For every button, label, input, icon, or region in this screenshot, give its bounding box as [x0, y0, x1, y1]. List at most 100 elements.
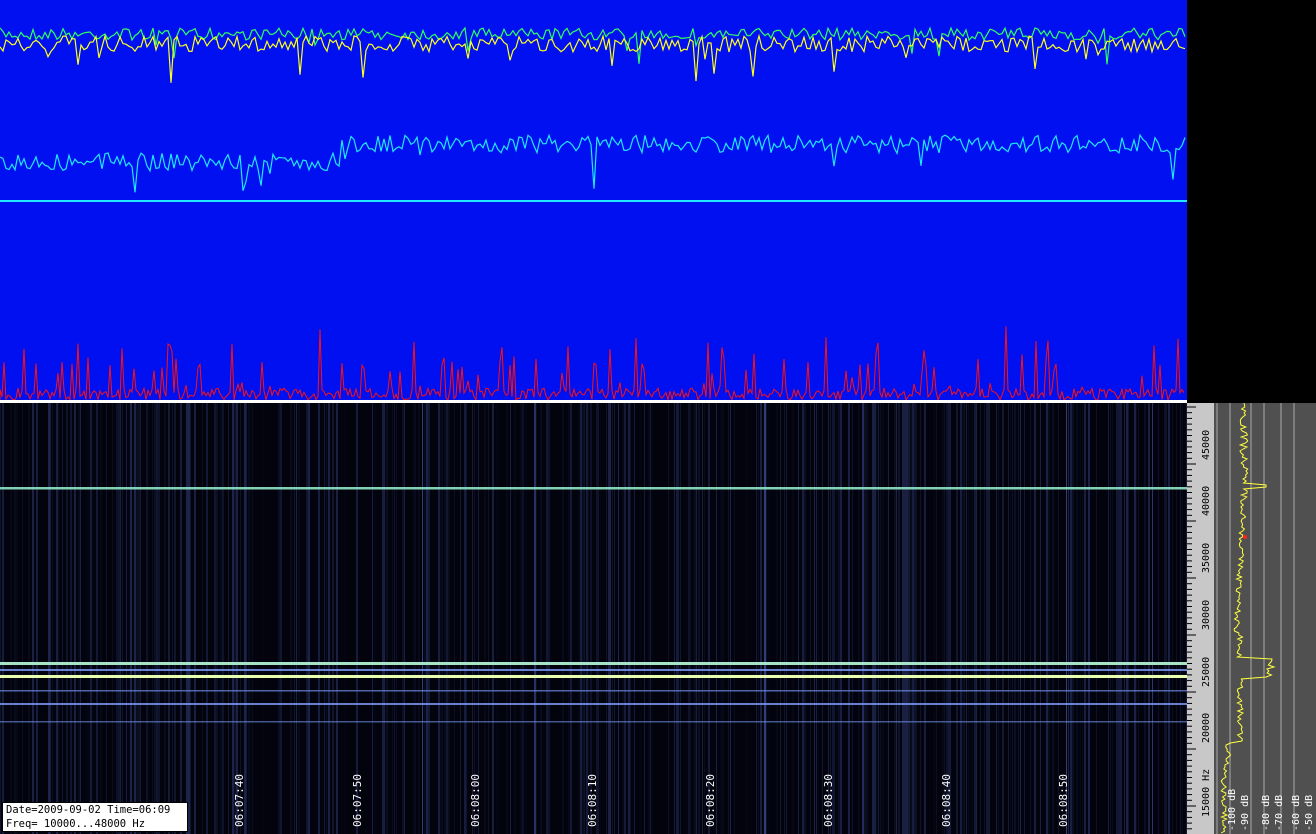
spectrogram-streak [1040, 403, 1041, 834]
spectrogram-streak [100, 403, 102, 834]
time-label-10: 06:08:50 [1057, 774, 1070, 827]
spectrogram-streak [924, 403, 926, 834]
spectrogram-streak [730, 403, 731, 834]
spectrogram-streak [648, 403, 650, 834]
spectrogram-streak [252, 403, 253, 834]
spectrogram-streak [586, 403, 588, 834]
spectrogram-streak [674, 403, 675, 834]
spectrogram-streak [1158, 403, 1159, 834]
spectrogram-streak [882, 403, 884, 834]
spectrogram-streak [756, 403, 757, 834]
frequency-range-text: Freq= 10000...48000 Hz [6, 818, 146, 830]
spectrogram-streak [1148, 403, 1150, 834]
freq-label-45000: 45000 [1201, 429, 1212, 460]
spectrogram-streak [858, 403, 860, 834]
carrier-line [0, 662, 1187, 665]
spectrogram-streak [878, 403, 879, 834]
spectrogram-streak [80, 403, 81, 834]
empty-side-panel [1187, 0, 1316, 403]
spectrogram-streak [668, 403, 669, 834]
spectrogram-streak [546, 403, 548, 834]
spectrogram-streak [392, 403, 393, 834]
spectrogram-streak [980, 403, 981, 834]
spectrogram-streak [140, 403, 141, 834]
spectrogram-streak [202, 403, 203, 834]
spectrogram-streak [388, 403, 390, 834]
spectrogram-streak [804, 403, 806, 834]
spectrogram-streak [1180, 403, 1181, 834]
spectrogram-streak [816, 403, 817, 834]
freq-label-25000: 25000 [1201, 656, 1212, 687]
spectrogram-streak [1166, 403, 1167, 834]
spectrogram-streak [424, 403, 426, 834]
db-label-60: -60 dB [1291, 794, 1302, 831]
spectrogram-streak [1116, 403, 1118, 834]
spectrogram-streak [460, 403, 461, 834]
spectrogram-streak [986, 403, 988, 834]
spectrogram-streak [382, 403, 384, 834]
spectrogram-streak [614, 403, 615, 834]
spectrogram-streak [492, 403, 494, 834]
spectrogram-streak [1084, 403, 1086, 834]
spectrogram-streak [696, 403, 697, 834]
spectrogram-streak [262, 403, 264, 834]
spectrogram-streak [810, 403, 811, 834]
spectrogram-streak [66, 403, 68, 834]
spectrogram-streak [244, 403, 246, 834]
spectrogram-streak [1138, 403, 1139, 834]
spectrogram-streak [956, 403, 958, 834]
spectrogram-streak [914, 403, 916, 834]
spectrogram-streak [168, 403, 170, 834]
date-frequency-info: Date=2009-09-02 Time=06:09 Freq= 10000..… [2, 802, 188, 832]
spectrogram-streak [394, 403, 395, 834]
spectrogram-streak [764, 403, 766, 834]
spectrogram-streak [1176, 403, 1177, 834]
spectrogram-streak [14, 403, 16, 834]
spectrogram-streak [70, 403, 72, 834]
spectrogram-streak [608, 403, 610, 834]
spectrogram-streak [630, 403, 631, 834]
spectrogram-streak [118, 403, 120, 834]
spectrogram-streak [232, 403, 234, 834]
spectrogram-streak [188, 403, 190, 834]
spectrogram-streak [596, 403, 598, 834]
spectrogram-streak [22, 403, 23, 834]
spectrogram-streak [534, 403, 536, 834]
spectrogram-streak [972, 403, 973, 834]
spectrogram-streak [1030, 403, 1031, 834]
spectrogram-streak [206, 403, 208, 834]
spectrogram-streak [240, 403, 241, 834]
spectrogram-streak [974, 403, 976, 834]
spectrogram-streak [154, 403, 156, 834]
green-trace [0, 26, 1186, 65]
spectrogram-streak [126, 403, 127, 834]
spectrogram-streak [814, 403, 815, 834]
spectrogram-streak [326, 403, 327, 834]
freq-label-30000: 30000 [1201, 599, 1212, 630]
spectrogram-streak [440, 403, 442, 834]
spectrogram-streak [570, 403, 572, 834]
spectrogram-streak [328, 403, 330, 834]
spectrogram-streak [874, 403, 876, 834]
spectrum-trace [1216, 403, 1295, 834]
spectrogram-streak [280, 403, 282, 834]
spectrogram-streak [318, 403, 320, 834]
spectrogram-streak [896, 403, 897, 834]
spectrogram-streak [582, 403, 584, 834]
spectrogram-streak [966, 403, 967, 834]
spectrogram-streak [52, 403, 53, 834]
spectrogram-streak [848, 403, 850, 834]
spectrogram-streak [1058, 403, 1059, 834]
carrier-line [0, 703, 1187, 705]
spectrogram-streak [852, 403, 853, 834]
spectrogram-streak [758, 403, 759, 834]
spectrogram-streak [716, 403, 717, 834]
spectrogram-streak [128, 403, 130, 834]
spectrogram-streak [78, 403, 80, 834]
spectrogram-streak [774, 403, 775, 834]
spectrogram-streak [634, 403, 635, 834]
spectrogram-streak [942, 403, 944, 834]
signal-chart-panel [0, 0, 1187, 403]
spectrogram-streak [622, 403, 624, 834]
spectrogram-streak [1152, 403, 1153, 834]
